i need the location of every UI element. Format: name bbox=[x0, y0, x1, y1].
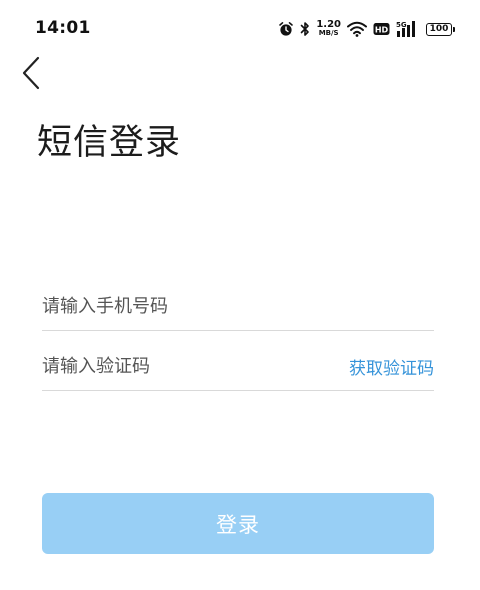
phone-field bbox=[42, 282, 434, 331]
status-time: 14:01 bbox=[35, 18, 91, 38]
get-code-button[interactable]: 获取验证码 bbox=[349, 342, 434, 390]
login-button[interactable]: 登录 bbox=[42, 493, 434, 554]
hd-label: HD bbox=[375, 26, 389, 35]
net-speed-value: 1.20 bbox=[316, 19, 341, 30]
page-title: 短信登录 bbox=[37, 123, 182, 163]
battery-level: 100 bbox=[429, 24, 449, 34]
battery-icon: 100 bbox=[426, 22, 455, 36]
signal-icon: 5G bbox=[396, 20, 418, 38]
status-bar: 14:01 1.20 MB/S HD 5G 100 bbox=[0, 0, 480, 58]
wifi-icon bbox=[347, 21, 367, 37]
verification-code-input[interactable] bbox=[42, 342, 322, 390]
alarm-icon bbox=[278, 21, 294, 37]
phone-input[interactable] bbox=[42, 282, 434, 330]
net-speed-unit: MB/S bbox=[318, 29, 339, 37]
hd-icon: HD bbox=[373, 22, 390, 36]
status-icons: 1.20 MB/S HD 5G 100 bbox=[278, 18, 455, 40]
bluetooth-icon bbox=[300, 21, 310, 37]
net-speed: 1.20 MB/S bbox=[316, 20, 341, 38]
code-field: 获取验证码 bbox=[42, 342, 434, 391]
back-button[interactable] bbox=[14, 54, 48, 92]
network-type: 5G bbox=[396, 21, 407, 29]
chevron-left-icon bbox=[22, 56, 40, 90]
